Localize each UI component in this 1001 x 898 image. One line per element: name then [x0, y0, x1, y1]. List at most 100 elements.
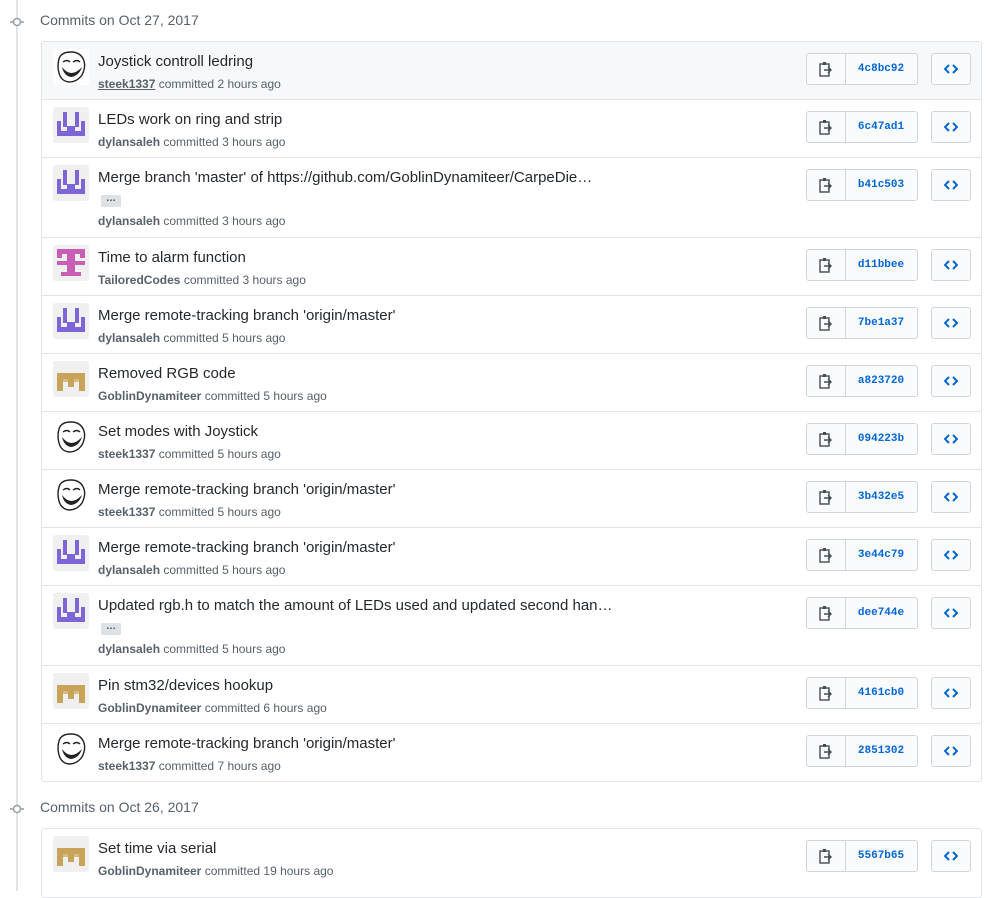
avatar[interactable] [53, 535, 89, 571]
commit-author-link[interactable]: GoblinDynamiteer [98, 701, 201, 715]
copy-sha-button[interactable] [807, 366, 846, 396]
browse-repo-button[interactable] [931, 307, 971, 339]
expand-message-button[interactable]: … [101, 194, 121, 207]
commit-sha-group: 4c8bc92 [806, 53, 918, 85]
commit-sha-link[interactable]: 3e44c79 [845, 540, 917, 570]
commit-row: Updated rgb.h to match the amount of LED… [42, 585, 981, 665]
commit-sha-link[interactable]: 3b432e5 [845, 482, 917, 512]
browse-repo-button[interactable] [931, 539, 971, 571]
browse-repo-button[interactable] [931, 53, 971, 85]
commit-author-link[interactable]: steek1337 [98, 447, 155, 461]
copy-sha-button[interactable] [807, 598, 846, 628]
commit-sha-link[interactable]: 6c47ad1 [845, 112, 917, 142]
commit-sha-link[interactable]: d11bbee [845, 250, 917, 280]
avatar[interactable] [53, 593, 89, 629]
avatar[interactable] [53, 361, 89, 397]
commit-sha-link[interactable]: 5567b65 [845, 841, 917, 871]
copy-sha-button[interactable] [807, 841, 846, 871]
commit-title-link[interactable]: Joystick controll ledring [98, 53, 253, 70]
commit-time: 6 hours ago [263, 701, 327, 715]
commit-author-link[interactable]: TailoredCodes [98, 273, 180, 287]
commit-author-link[interactable]: dylansaleh [98, 135, 160, 149]
browse-repo-button[interactable] [931, 481, 971, 513]
commit-time: 5 hours ago [222, 331, 286, 345]
browse-repo-button[interactable] [931, 677, 971, 709]
commit-author-link[interactable]: GoblinDynamiteer [98, 389, 201, 403]
commit-author-link[interactable]: dylansaleh [98, 331, 160, 345]
copy-sha-button[interactable] [807, 482, 846, 512]
commit-title-link[interactable]: Set modes with Joystick [98, 423, 258, 440]
commit-title-link[interactable]: Updated rgb.h to match the amount of LED… [98, 597, 613, 614]
commit-author-link[interactable]: steek1337 [98, 77, 155, 91]
commit-meta: GoblinDynamiteer committed 5 hours ago [98, 389, 327, 403]
avatar[interactable] [53, 477, 89, 513]
commit-sha-group: 3e44c79 [806, 539, 918, 571]
commit-sha-link[interactable]: 4c8bc92 [845, 54, 917, 84]
browse-repo-button[interactable] [931, 423, 971, 455]
commit-author-link[interactable]: steek1337 [98, 759, 155, 773]
commit-title-link[interactable]: Merge remote-tracking branch 'origin/mas… [98, 307, 396, 324]
commit-sha-link[interactable]: dee744e [845, 598, 917, 628]
browse-repo-button[interactable] [931, 365, 971, 397]
commit-sha-group: 6c47ad1 [806, 111, 918, 143]
copy-sha-button[interactable] [807, 736, 846, 766]
commit-title-link[interactable]: Set time via serial [98, 840, 216, 857]
copy-sha-button[interactable] [807, 250, 846, 280]
avatar[interactable] [53, 673, 89, 709]
commit-author-link[interactable]: dylansaleh [98, 563, 160, 577]
copy-sha-button[interactable] [807, 308, 846, 338]
commit-author-link[interactable]: dylansaleh [98, 214, 160, 228]
commit-title-link[interactable]: Removed RGB code [98, 365, 236, 382]
expand-message-button[interactable]: … [101, 622, 121, 635]
browse-repo-button[interactable] [931, 597, 971, 629]
commit-time: 5 hours ago [263, 389, 327, 403]
avatar[interactable] [53, 836, 89, 872]
commit-time: 5 hours ago [217, 447, 281, 461]
commit-meta: TailoredCodes committed 3 hours ago [98, 273, 306, 287]
avatar[interactable] [53, 107, 89, 143]
commit-sha-link[interactable]: b41c503 [845, 170, 917, 200]
commit-sha-link[interactable]: 7be1a37 [845, 308, 917, 338]
commit-verb: committed [204, 864, 261, 878]
copy-sha-button[interactable] [807, 54, 846, 84]
avatar[interactable] [53, 419, 89, 455]
copy-sha-button[interactable] [807, 112, 846, 142]
commit-meta: dylansaleh committed 3 hours ago [98, 214, 285, 228]
avatar[interactable] [53, 245, 89, 281]
avatar[interactable] [53, 303, 89, 339]
browse-repo-button[interactable] [931, 735, 971, 767]
commit-author-link[interactable]: dylansaleh [98, 642, 160, 656]
browse-repo-button[interactable] [931, 249, 971, 281]
commit-sha-link[interactable]: 094223b [845, 424, 917, 454]
copy-sha-button[interactable] [807, 540, 846, 570]
commit-title-link[interactable]: Merge branch 'master' of https://github.… [98, 169, 592, 186]
commit-author-link[interactable]: steek1337 [98, 505, 155, 519]
avatar[interactable] [53, 165, 89, 201]
commit-verb: committed [158, 759, 215, 773]
commit-sha-link[interactable]: 2851302 [845, 736, 917, 766]
commit-title-link[interactable]: Merge remote-tracking branch 'origin/mas… [98, 539, 396, 556]
browse-repo-button[interactable] [931, 111, 971, 143]
commit-title-link[interactable]: Time to alarm function [98, 249, 246, 266]
avatar[interactable] [53, 731, 89, 767]
commit-sha-link[interactable]: 4161cb0 [845, 678, 917, 708]
commit-time: 2 hours ago [217, 77, 281, 91]
avatar[interactable] [53, 49, 89, 85]
copy-sha-button[interactable] [807, 170, 846, 200]
commit-title-link[interactable]: Pin stm32/devices hookup [98, 677, 273, 694]
commit-title-link[interactable]: LEDs work on ring and strip [98, 111, 282, 128]
commit-time: 5 hours ago [217, 505, 281, 519]
commit-sha-link[interactable]: a823720 [845, 366, 917, 396]
timeline-line [16, 0, 18, 891]
commit-verb: committed [163, 214, 219, 228]
commit-group-header: Commits on Oct 26, 2017 [0, 793, 1001, 823]
copy-sha-button[interactable] [807, 678, 846, 708]
browse-repo-button[interactable] [931, 840, 971, 872]
commit-sha-group: 4161cb0 [806, 677, 918, 709]
commit-verb: committed [163, 331, 219, 345]
copy-sha-button[interactable] [807, 424, 846, 454]
commit-title-link[interactable]: Merge remote-tracking branch 'origin/mas… [98, 481, 396, 498]
commit-author-link[interactable]: GoblinDynamiteer [98, 864, 201, 878]
browse-repo-button[interactable] [931, 169, 971, 201]
commit-title-link[interactable]: Merge remote-tracking branch 'origin/mas… [98, 735, 396, 752]
